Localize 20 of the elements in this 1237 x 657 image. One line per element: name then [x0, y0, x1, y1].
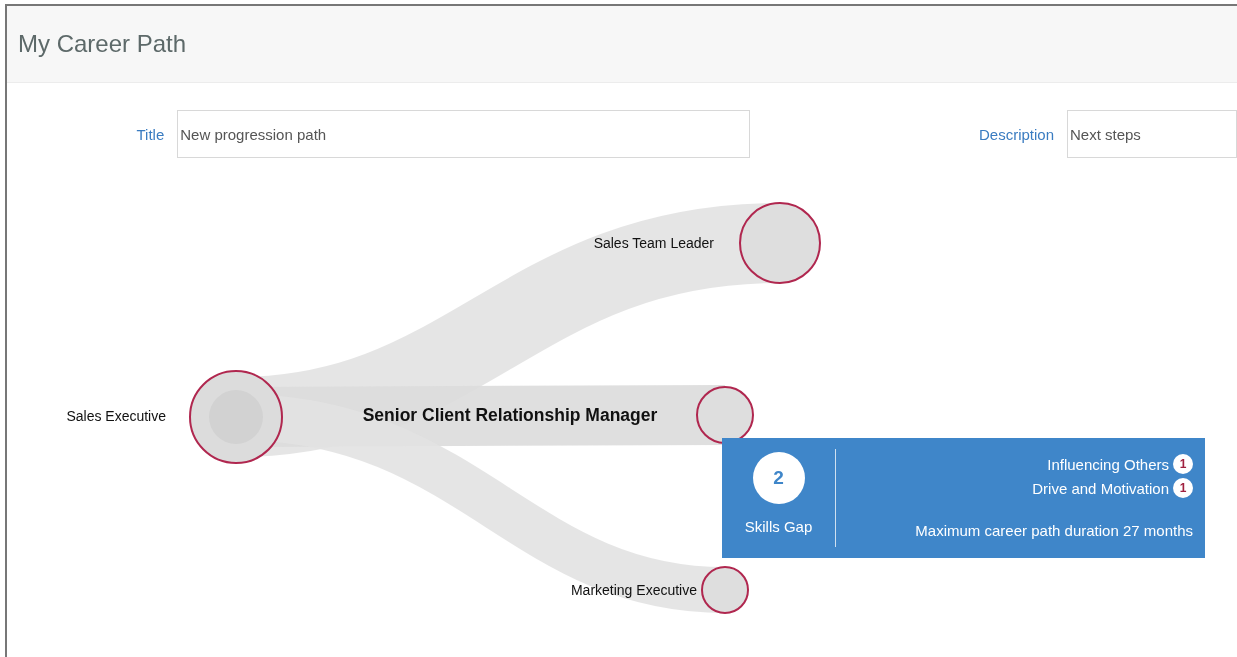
input-field[interactable]: Next steps [1067, 110, 1237, 158]
field-label: Description [977, 125, 1054, 143]
skill-name: Influencing Others [1047, 455, 1169, 473]
career-node[interactable] [696, 386, 754, 444]
skill-name: Drive and Motivation [1032, 479, 1169, 497]
input-field[interactable]: New progression path [177, 110, 751, 158]
gap-count: 2 [752, 452, 805, 504]
node-label: Senior Client Relationship Manager [362, 405, 658, 425]
node-label: Sales Executive [66, 408, 166, 424]
skill-count: 1 [1173, 478, 1193, 498]
duration-text: Maximum career path duration 27 months [915, 522, 1193, 539]
node-label: Sales Team Leader [593, 235, 714, 251]
field-label: Title [135, 125, 165, 143]
career-node[interactable] [701, 566, 749, 614]
origin-node[interactable] [189, 370, 283, 464]
page-title: My Career Path [18, 30, 187, 58]
skill-count: 1 [1173, 454, 1193, 474]
node-label: Marketing Executive [570, 582, 697, 598]
gap-label: Skills Gap [744, 518, 813, 535]
career-node[interactable] [739, 202, 821, 284]
